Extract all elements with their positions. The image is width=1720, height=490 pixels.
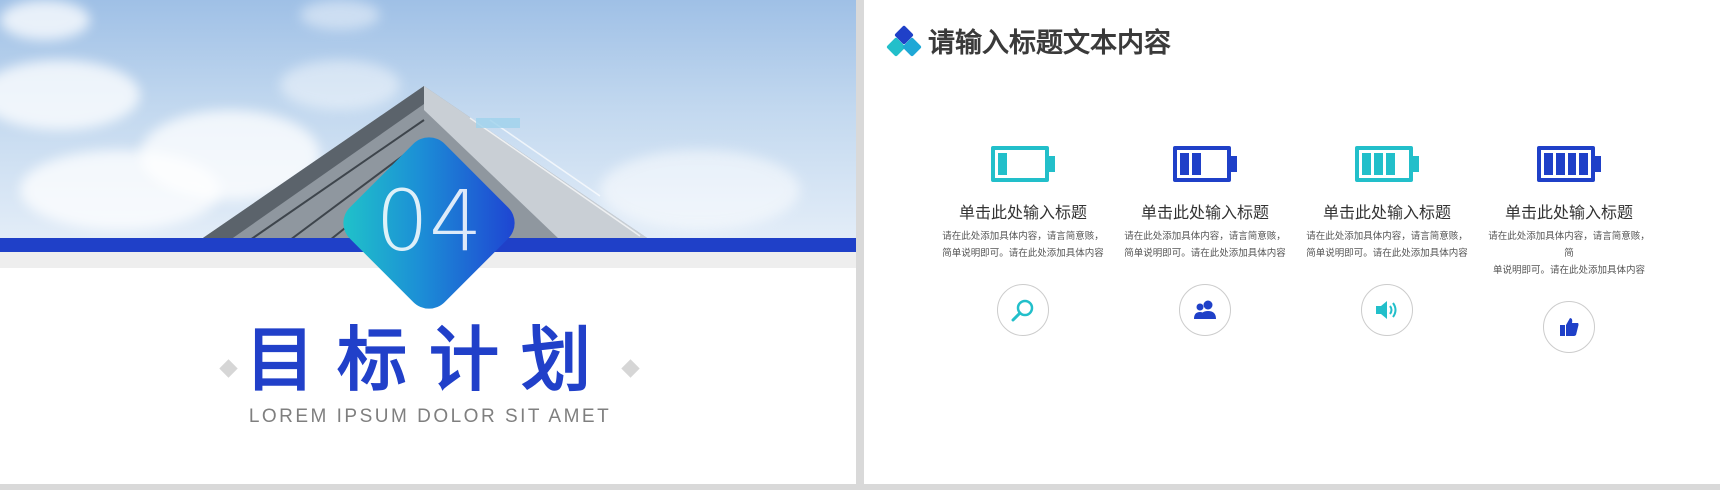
card-title[interactable]: 单击此处输入标题: [1120, 202, 1290, 224]
battery-icon: [1537, 146, 1601, 182]
card-title[interactable]: 单击此处输入标题: [938, 202, 1108, 224]
card-title[interactable]: 单击此处输入标题: [1302, 202, 1472, 224]
feature-card: 单击此处输入标题 请在此处添加具体内容，请言简意赅， 简单说明即可。请在此处添加…: [938, 140, 1108, 336]
card-title[interactable]: 单击此处输入标题: [1484, 202, 1654, 224]
section-subtitle: LOREM IPSUM DOLOR SIT AMET: [248, 406, 612, 427]
section-number-badge: 04: [334, 128, 524, 318]
section-title: 目标计划: [245, 319, 613, 401]
right-diamond-dot: [621, 359, 640, 378]
feature-card: 单击此处输入标题 请在此处添加具体内容，请言简意赅， 简单说明即可。请在此处添加…: [1302, 140, 1472, 336]
section-number: 04: [375, 172, 483, 270]
left-diamond-dot: [219, 359, 238, 378]
section-cover-slide: 04 目标计划 LOREM IPSUM DOLOR SIT AMET: [0, 0, 856, 484]
feature-card: 单击此处输入标题 请在此处添加具体内容，请言简意赅，简 单说明即可。请在此处添加…: [1484, 140, 1654, 353]
feature-card: 单击此处输入标题 请在此处添加具体内容，请言简意赅， 简单说明即可。请在此处添加…: [1120, 140, 1290, 336]
speaker-icon: [1361, 284, 1413, 336]
card-description[interactable]: 请在此处添加具体内容，请言简意赅， 简单说明即可。请在此处添加具体内容: [1120, 228, 1290, 262]
card-description[interactable]: 请在此处添加具体内容，请言简意赅， 简单说明即可。请在此处添加具体内容: [938, 228, 1108, 262]
battery-icon: [1355, 146, 1419, 182]
diamonds-logo-icon: [886, 25, 922, 62]
card-description[interactable]: 请在此处添加具体内容，请言简意赅， 简单说明即可。请在此处添加具体内容: [1302, 228, 1472, 262]
thumbs-up-icon: [1543, 301, 1595, 353]
search-icon: [997, 284, 1049, 336]
content-slide: 请输入标题文本内容 单击此处输入标题 请在此处添加具体内容，请言简意赅， 简单说…: [864, 0, 1720, 484]
users-icon: [1179, 284, 1231, 336]
battery-icon: [1173, 146, 1237, 182]
slide-heading: 请输入标题文本内容: [928, 28, 1171, 59]
battery-icon: [991, 146, 1055, 182]
card-description[interactable]: 请在此处添加具体内容，请言简意赅，简 单说明即可。请在此处添加具体内容: [1484, 228, 1654, 279]
